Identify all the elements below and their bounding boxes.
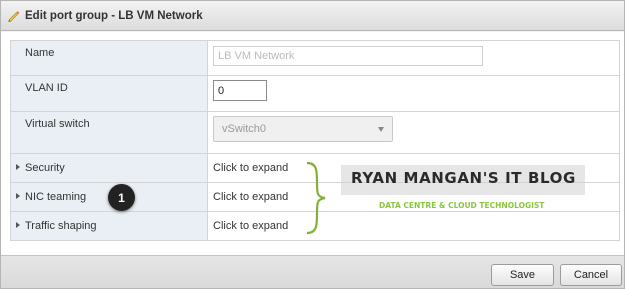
dialog-titlebar: Edit port group - LB VM Network	[1, 1, 624, 31]
dropdown-arrow-icon	[378, 126, 384, 132]
virtual-switch-label: Virtual switch	[25, 118, 90, 130]
callout-badge: 1	[108, 184, 135, 211]
vlan-id-input[interactable]	[213, 80, 267, 101]
cancel-button[interactable]: Cancel	[560, 264, 622, 286]
expand-caret-icon	[16, 193, 20, 199]
edit-port-group-dialog: Edit port group - LB VM Network Name VLA…	[0, 0, 625, 289]
expand-caret-icon	[16, 222, 20, 228]
save-button[interactable]: Save	[491, 264, 554, 286]
pencil-icon	[7, 9, 21, 23]
vlan-row: VLAN ID	[10, 75, 620, 112]
watermark-title: RYAN MANGAN'S IT BLOG	[351, 169, 576, 187]
virtual-switch-select[interactable]: vSwitch0	[213, 116, 393, 142]
vlan-label: VLAN ID	[25, 82, 68, 94]
nic-teaming-label: NIC teaming	[25, 191, 87, 203]
nic-teaming-expand-link[interactable]: Click to expand	[213, 191, 288, 203]
dialog-title: Edit port group - LB VM Network	[25, 9, 203, 22]
security-label: Security	[25, 162, 65, 174]
watermark-subtitle: DATA CENTRE & CLOUD TECHNOLOGIST	[379, 201, 545, 210]
name-label: Name	[25, 47, 55, 59]
brace-icon	[306, 161, 326, 235]
traffic-shaping-label: Traffic shaping	[25, 220, 97, 232]
virtual-switch-value: vSwitch0	[222, 123, 267, 135]
traffic-shaping-expand-link[interactable]: Click to expand	[213, 220, 288, 232]
name-row: Name	[10, 40, 620, 76]
security-expand-link[interactable]: Click to expand	[213, 162, 288, 174]
expand-caret-icon	[16, 164, 20, 170]
dialog-footer: Save Cancel	[1, 255, 624, 288]
blog-watermark: RYAN MANGAN'S IT BLOG DATA CENTRE & CLOU…	[301, 161, 591, 236]
virtual-switch-row: Virtual switch vSwitch0	[10, 111, 620, 154]
name-input[interactable]	[213, 46, 483, 66]
